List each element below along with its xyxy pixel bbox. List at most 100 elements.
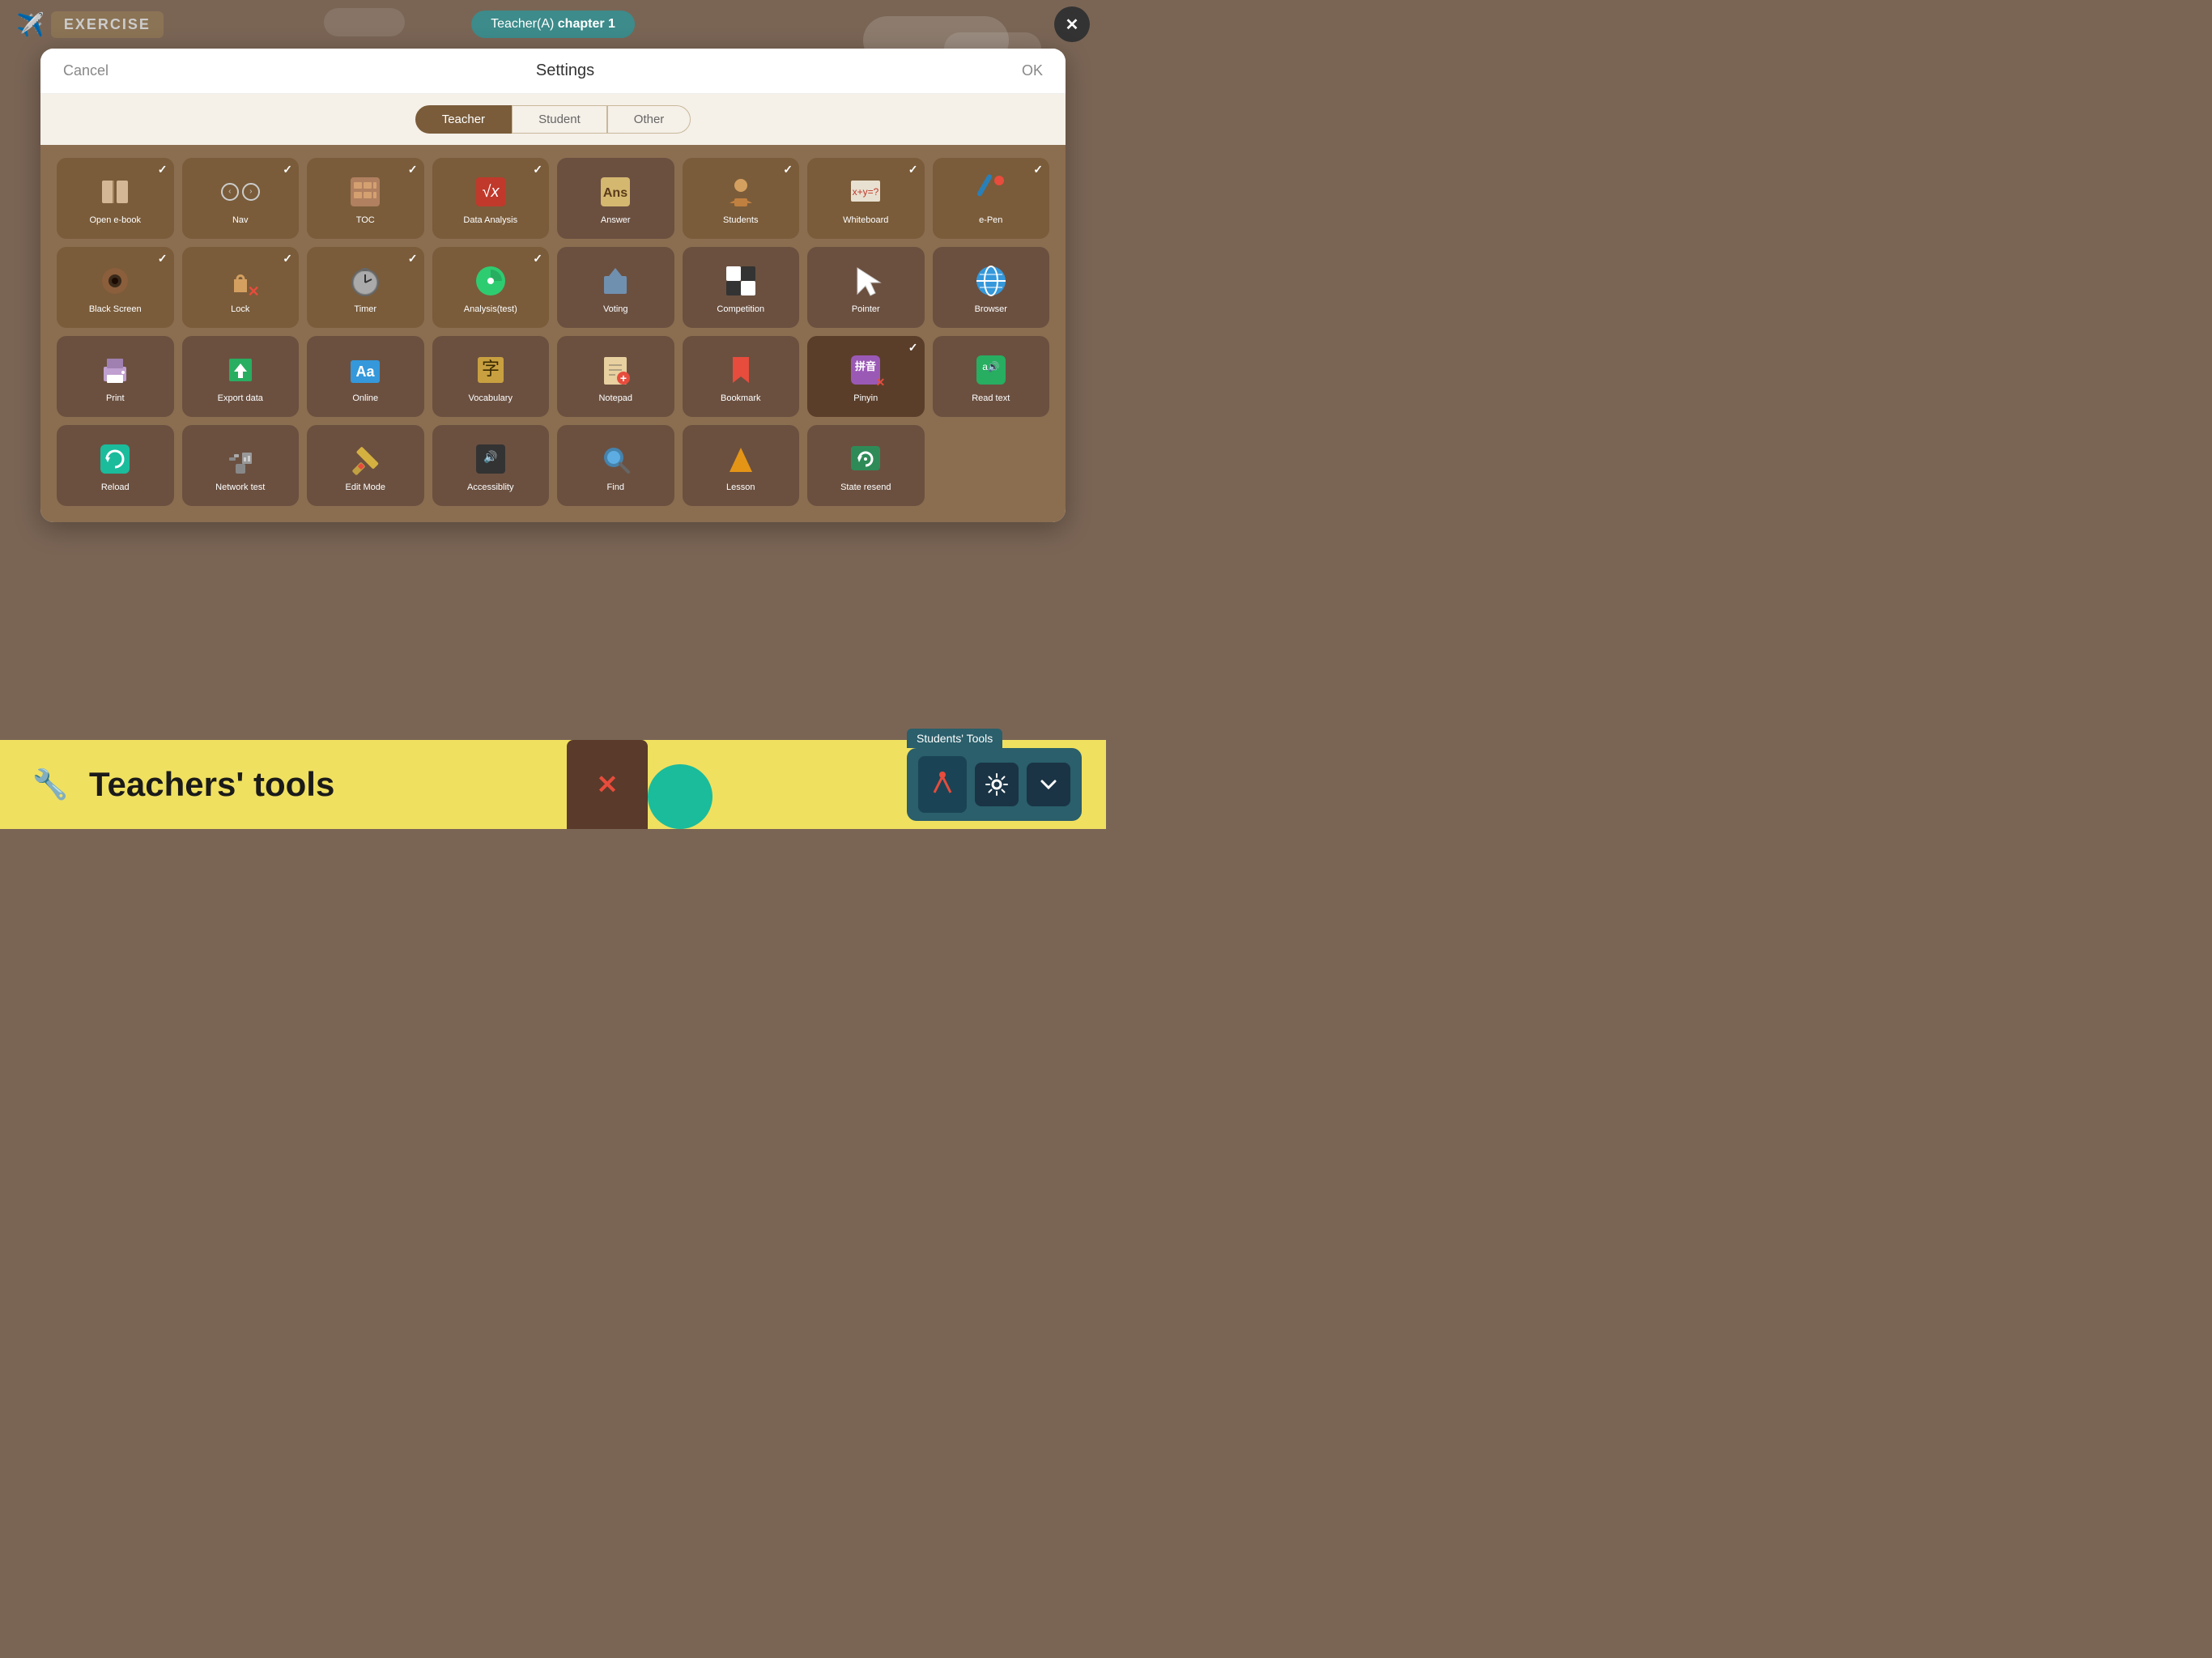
label-network-test: Network test (215, 482, 265, 493)
teacher-label: Teacher(A) (491, 17, 558, 31)
grid-item-lock[interactable]: ✓ ✕ Lock (182, 247, 300, 328)
teachers-tools-label: Teachers' tools (89, 765, 334, 804)
svg-text:√x: √x (482, 183, 500, 201)
grid-item-whiteboard[interactable]: ✓ x+y=? Whiteboard (807, 158, 925, 239)
label-lesson: Lesson (726, 482, 755, 493)
gear-tool-btn[interactable] (975, 763, 1019, 806)
grid-item-bookmark[interactable]: Bookmark (683, 336, 800, 417)
epen-icon (972, 172, 1010, 211)
label-toc: TOC (356, 215, 375, 226)
check-open-ebook: ✓ (158, 163, 168, 176)
data-analysis-icon: √x (471, 172, 510, 211)
analysis-test-icon (471, 261, 510, 300)
label-export-data: Export data (218, 393, 263, 404)
reload-icon (96, 440, 134, 478)
grid-item-pointer[interactable]: Pointer (807, 247, 925, 328)
lock-red-x: ✕ (248, 283, 260, 300)
tab-other[interactable]: Other (607, 105, 691, 134)
grid-item-state-resend[interactable]: State resend (807, 425, 925, 506)
grid-item-data-analysis[interactable]: ✓ √x Data Analysis (432, 158, 550, 239)
nav-icon: ‹ › (221, 172, 260, 211)
competition-icon (721, 261, 760, 300)
label-edit-mode: Edit Mode (345, 482, 385, 493)
label-open-ebook: Open e-book (89, 215, 141, 226)
grid-item-competition[interactable]: Competition (683, 247, 800, 328)
grid-item-notepad[interactable]: + Notepad (557, 336, 674, 417)
grid-item-nav[interactable]: ✓ ‹ › Nav (182, 158, 300, 239)
check-data-analysis: ✓ (533, 163, 542, 176)
label-nav: Nav (232, 215, 249, 226)
label-bookmark: Bookmark (721, 393, 761, 404)
chevron-down-btn[interactable] (1027, 763, 1070, 806)
grid-item-timer[interactable]: ✓ Timer (307, 247, 424, 328)
tab-teacher[interactable]: Teacher (415, 105, 512, 134)
chapter-label: chapter 1 (558, 17, 615, 31)
tabs-row: Teacher Student Other (40, 94, 1066, 145)
label-lock: Lock (231, 304, 249, 315)
grid-item-read-text[interactable]: a🔊 Read text (933, 336, 1050, 417)
grid-item-lesson[interactable]: Lesson (683, 425, 800, 506)
close-button[interactable]: ✕ (1054, 6, 1090, 42)
tab-student[interactable]: Student (512, 105, 607, 134)
grid-item-print[interactable]: Print (57, 336, 174, 417)
pinyin-x: ✕ (876, 376, 886, 389)
vocabulary-icon: 字 (471, 351, 510, 389)
grid-item-reload[interactable]: Reload (57, 425, 174, 506)
grid-item-toc[interactable]: ✓ TOC (307, 158, 424, 239)
lesson-icon (721, 440, 760, 478)
label-accessibility: Accessiblity (467, 482, 513, 493)
network-test-icon (221, 440, 260, 478)
svg-text:x+y=?: x+y=? (853, 186, 879, 198)
dialog-header: Cancel Settings OK (40, 49, 1066, 94)
nav-left-arrow: ‹ (221, 183, 239, 201)
label-online: Online (352, 393, 378, 404)
label-analysis-test: Analysis(test) (464, 304, 517, 315)
grid-item-black-screen[interactable]: ✓ Black Screen (57, 247, 174, 328)
circle-tool (648, 764, 713, 829)
grid-item-students[interactable]: ✓ Students (683, 158, 800, 239)
ok-button[interactable]: OK (1022, 62, 1043, 79)
label-voting: Voting (603, 304, 628, 315)
students-icon (721, 172, 760, 211)
pen-tool-btn[interactable] (918, 756, 967, 813)
exercise-label: EXERCISE (51, 11, 164, 38)
check-e-pen: ✓ (1033, 163, 1043, 176)
svg-text:字: 字 (482, 359, 500, 379)
settings-dialog: Cancel Settings OK Teacher Student Other… (40, 49, 1066, 522)
dialog-content: ✓ Open e-book ✓ ‹ › Nav ✓ (40, 145, 1066, 522)
students-tools-label: Students' Tools (907, 729, 1002, 748)
grid-item-vocabulary[interactable]: 字 Vocabulary (432, 336, 550, 417)
label-notepad: Notepad (598, 393, 632, 404)
notepad-icon: + (596, 351, 635, 389)
print-icon (96, 351, 134, 389)
grid-item-network-test[interactable]: Network test (182, 425, 300, 506)
exercise-badge: ✈️ EXERCISE (16, 11, 164, 38)
grid-item-answer[interactable]: Ans Answer (557, 158, 674, 239)
label-answer: Answer (601, 215, 631, 226)
accessibility-icon: 🔊 (471, 440, 510, 478)
grid-item-edit-mode[interactable]: Edit Mode (307, 425, 424, 506)
grid-item-voting[interactable]: Voting (557, 247, 674, 328)
label-competition: Competition (717, 304, 764, 315)
grid-item-analysis-test[interactable]: ✓ Analysis(test) (432, 247, 550, 328)
grid-item-pinyin[interactable]: ✓ 拼音 ✕ Pinyin (807, 336, 925, 417)
check-timer: ✓ (408, 252, 418, 266)
grid-item-open-ebook[interactable]: ✓ Open e-book (57, 158, 174, 239)
label-reload: Reload (101, 482, 130, 493)
grid-item-export-data[interactable]: Export data (182, 336, 300, 417)
pinyin-icon: 拼音 ✕ (846, 351, 885, 389)
svg-text:拼音: 拼音 (855, 360, 876, 372)
teachers-tools-section: 🔧 Teachers' tools (0, 759, 359, 810)
lock-icon: ✕ (221, 261, 260, 300)
grid-item-browser[interactable]: Browser (933, 247, 1050, 328)
grid-item-accessibility[interactable]: 🔊 Accessiblity (432, 425, 550, 506)
grid-item-find[interactable]: Find (557, 425, 674, 506)
check-students: ✓ (783, 163, 793, 176)
label-black-screen: Black Screen (89, 304, 142, 315)
black-screen-icon (96, 261, 134, 300)
grid-item-e-pen[interactable]: ✓ e-Pen (933, 158, 1050, 239)
tools-grid: ✓ Open e-book ✓ ‹ › Nav ✓ (57, 158, 1049, 506)
check-black-screen: ✓ (158, 252, 168, 266)
grid-item-online[interactable]: Aa Online (307, 336, 424, 417)
cancel-button[interactable]: Cancel (63, 62, 108, 79)
